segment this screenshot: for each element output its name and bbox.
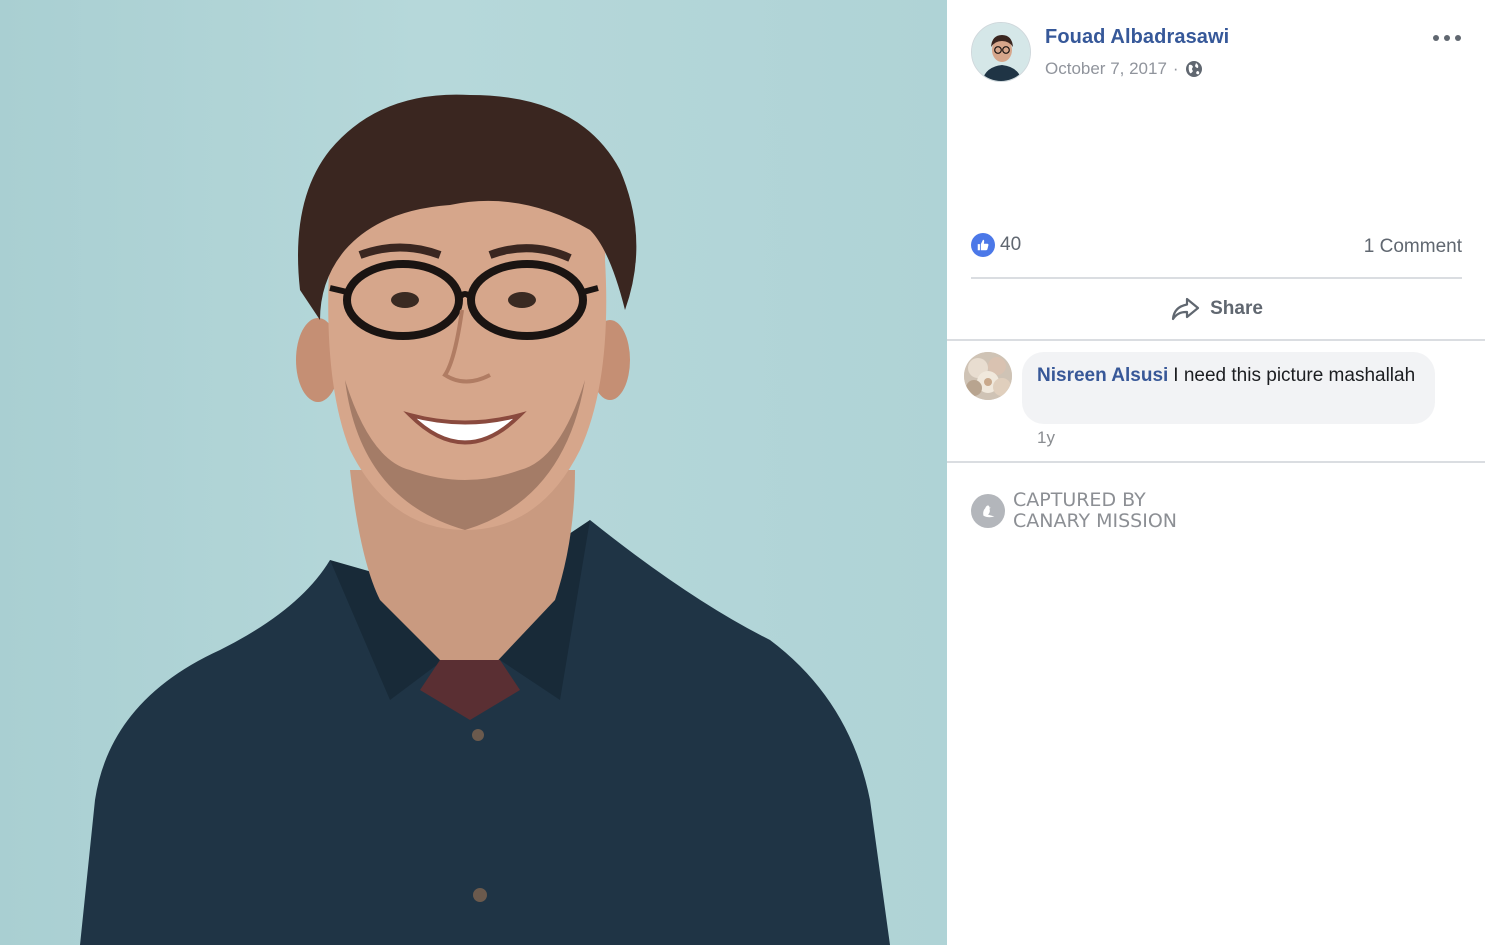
- watermark: CAPTURED BY CANARY MISSION: [971, 490, 1177, 532]
- portrait-image: [80, 94, 890, 945]
- comment-count-link[interactable]: 1 Comment: [1364, 236, 1462, 258]
- canary-bird-icon: [971, 494, 1005, 528]
- thumbs-up-icon: [971, 233, 995, 257]
- author-name-link[interactable]: Fouad Albadrasawi: [1045, 26, 1229, 49]
- watermark-line-2: CANARY MISSION: [1013, 510, 1177, 532]
- comment-author-link[interactable]: Nisreen Alsusi: [1037, 365, 1168, 386]
- watermark-line-1: CAPTURED BY: [1013, 489, 1146, 511]
- share-arrow-icon: [1171, 297, 1200, 321]
- divider: [947, 461, 1485, 463]
- divider: [971, 277, 1462, 279]
- divider: [947, 339, 1485, 341]
- like-count: 40: [1000, 234, 1022, 255]
- post-photo[interactable]: [0, 0, 947, 945]
- comment-bubble: Nisreen Alsusi I need this picture mashal…: [1022, 352, 1435, 424]
- post-date-link[interactable]: October 7, 2017: [1045, 59, 1167, 79]
- commenter-avatar[interactable]: [964, 352, 1012, 400]
- commenter-avatar-image: [964, 352, 1012, 400]
- comment-timestamp[interactable]: 1y: [1037, 428, 1055, 448]
- post-meta: October 7, 2017 ·: [1045, 59, 1203, 79]
- globe-icon[interactable]: [1185, 60, 1203, 78]
- comment-text: I need this picture mashallah: [1173, 365, 1416, 386]
- more-options-icon[interactable]: [1433, 30, 1461, 46]
- post-side-panel: Fouad Albadrasawi October 7, 2017 · 40 1…: [947, 0, 1485, 945]
- share-button[interactable]: Share: [971, 286, 1462, 332]
- share-label: Share: [1210, 298, 1263, 319]
- reaction-summary[interactable]: 40: [971, 233, 1021, 257]
- author-avatar[interactable]: [971, 22, 1031, 82]
- meta-separator: ·: [1172, 59, 1179, 78]
- author-avatar-image: [972, 23, 1030, 81]
